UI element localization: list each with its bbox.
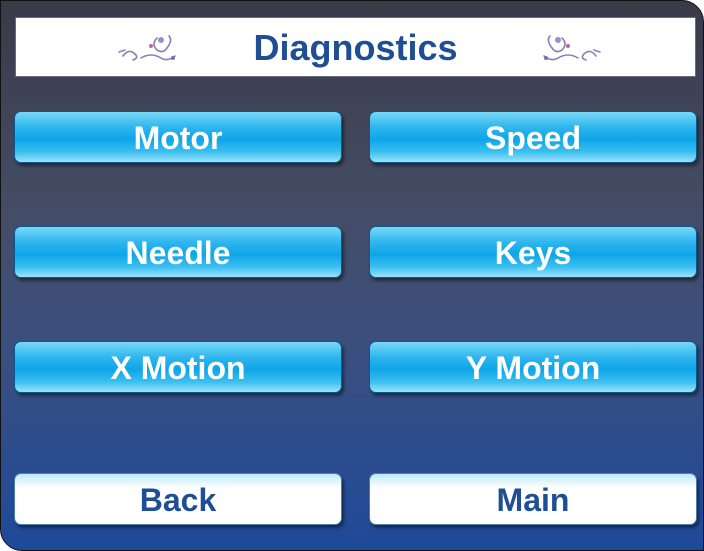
- needle-button[interactable]: Needle: [14, 226, 342, 278]
- main-button[interactable]: Main: [369, 473, 697, 525]
- y-motion-button[interactable]: Y Motion: [369, 341, 697, 393]
- back-button[interactable]: Back: [14, 473, 342, 525]
- floral-ornament-icon: [543, 35, 601, 61]
- x-motion-button[interactable]: X Motion: [14, 341, 342, 393]
- speed-button[interactable]: Speed: [369, 111, 697, 163]
- motor-button[interactable]: Motor: [14, 111, 342, 163]
- diagnostics-screen: Diagnostics Motor Speed Needle Keys X Mo…: [0, 0, 704, 551]
- title-bar: Diagnostics: [15, 17, 696, 77]
- keys-button[interactable]: Keys: [369, 226, 697, 278]
